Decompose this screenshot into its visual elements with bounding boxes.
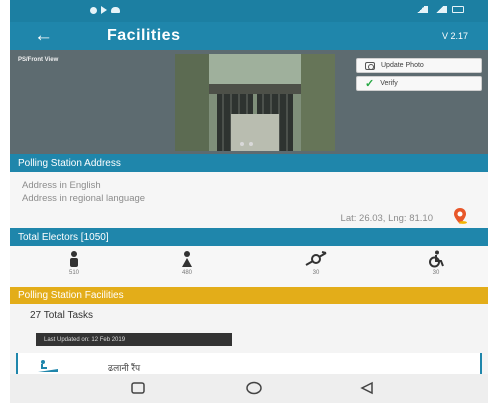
update-photo-label: Update Photo [381, 62, 424, 69]
wheelchair-icon [429, 250, 444, 268]
status-bar [10, 0, 488, 22]
facilities-area: 27 Total Tasks Last Updated on: 12 Feb 2… [10, 304, 488, 378]
elector-count: 510 [68, 270, 79, 276]
female-voter-icon [182, 251, 192, 267]
app-bar: ← Facilities V 2.17 [10, 22, 488, 50]
pager-dot [240, 142, 244, 146]
photo-carousel: PS/Front View Update Photo ✓ Verify [10, 50, 488, 154]
notification-icon [90, 6, 97, 14]
photo-label: PS/Front View [18, 57, 59, 63]
verify-button[interactable]: ✓ Verify [356, 76, 482, 91]
lat-lng-readout: Lat: 26.03, Lng: 81.10 [340, 213, 433, 224]
facilities-section-header: Polling Station Facilities [10, 287, 488, 304]
cloud-icon [111, 7, 120, 13]
male-voter-icon [70, 251, 78, 267]
elector-female: 480 [157, 250, 217, 276]
recent-apps-icon[interactable] [131, 381, 145, 395]
play-icon [101, 6, 107, 14]
check-icon: ✓ [365, 78, 375, 90]
transgender-voter-icon [305, 251, 327, 266]
notification-icons [90, 6, 120, 14]
polling-station-photo[interactable] [175, 54, 335, 151]
address-block: Address in English Address in regional l… [10, 172, 488, 228]
elector-transgender: 30 [286, 250, 346, 276]
camera-icon [365, 61, 375, 70]
map-pin-icon[interactable] [452, 207, 468, 225]
carousel-pager [240, 142, 253, 146]
page-title: Facilities [107, 27, 181, 44]
electors-row: 510 480 30 30 [10, 246, 488, 287]
signal-icon [414, 6, 428, 13]
home-icon[interactable] [246, 381, 262, 395]
elector-count: 30 [312, 270, 320, 276]
last-updated-badge: Last Updated on: 12 Feb 2019 [36, 333, 232, 346]
back-arrow-icon[interactable]: ← [34, 26, 53, 46]
elector-count: 480 [181, 270, 192, 276]
ramp-icon [38, 360, 58, 372]
elector-count: 30 [432, 270, 440, 276]
electors-header-label: Total Electors [1050] [18, 231, 109, 243]
total-tasks: 27 Total Tasks [30, 310, 94, 321]
network-icon [433, 6, 447, 13]
elector-male: 510 [44, 250, 104, 276]
verify-label: Verify [380, 80, 398, 87]
facilities-header-label: Polling Station Facilities [18, 290, 124, 301]
address-regional: Address in regional language [22, 193, 146, 204]
system-nav-bar [10, 374, 488, 403]
address-header-label: Polling Station Address [18, 157, 121, 169]
address-section-header: Polling Station Address [10, 154, 488, 172]
address-english: Address in English [22, 180, 101, 191]
update-photo-button[interactable]: Update Photo [356, 58, 482, 73]
facility-name: ढलानी रैंप [108, 363, 141, 373]
app-version: V 2.17 [441, 31, 468, 41]
pager-dot [249, 142, 253, 146]
phone-screen: ← Facilities V 2.17 PS/Front View Update… [10, 0, 488, 403]
elector-pwd: 30 [406, 250, 466, 276]
battery-icon [452, 6, 464, 13]
system-icons [414, 6, 464, 13]
last-updated-label: Last Updated on: 12 Feb 2019 [44, 336, 126, 343]
nav-back-icon[interactable] [360, 381, 374, 395]
electors-section-header: Total Electors [1050] [10, 228, 488, 246]
